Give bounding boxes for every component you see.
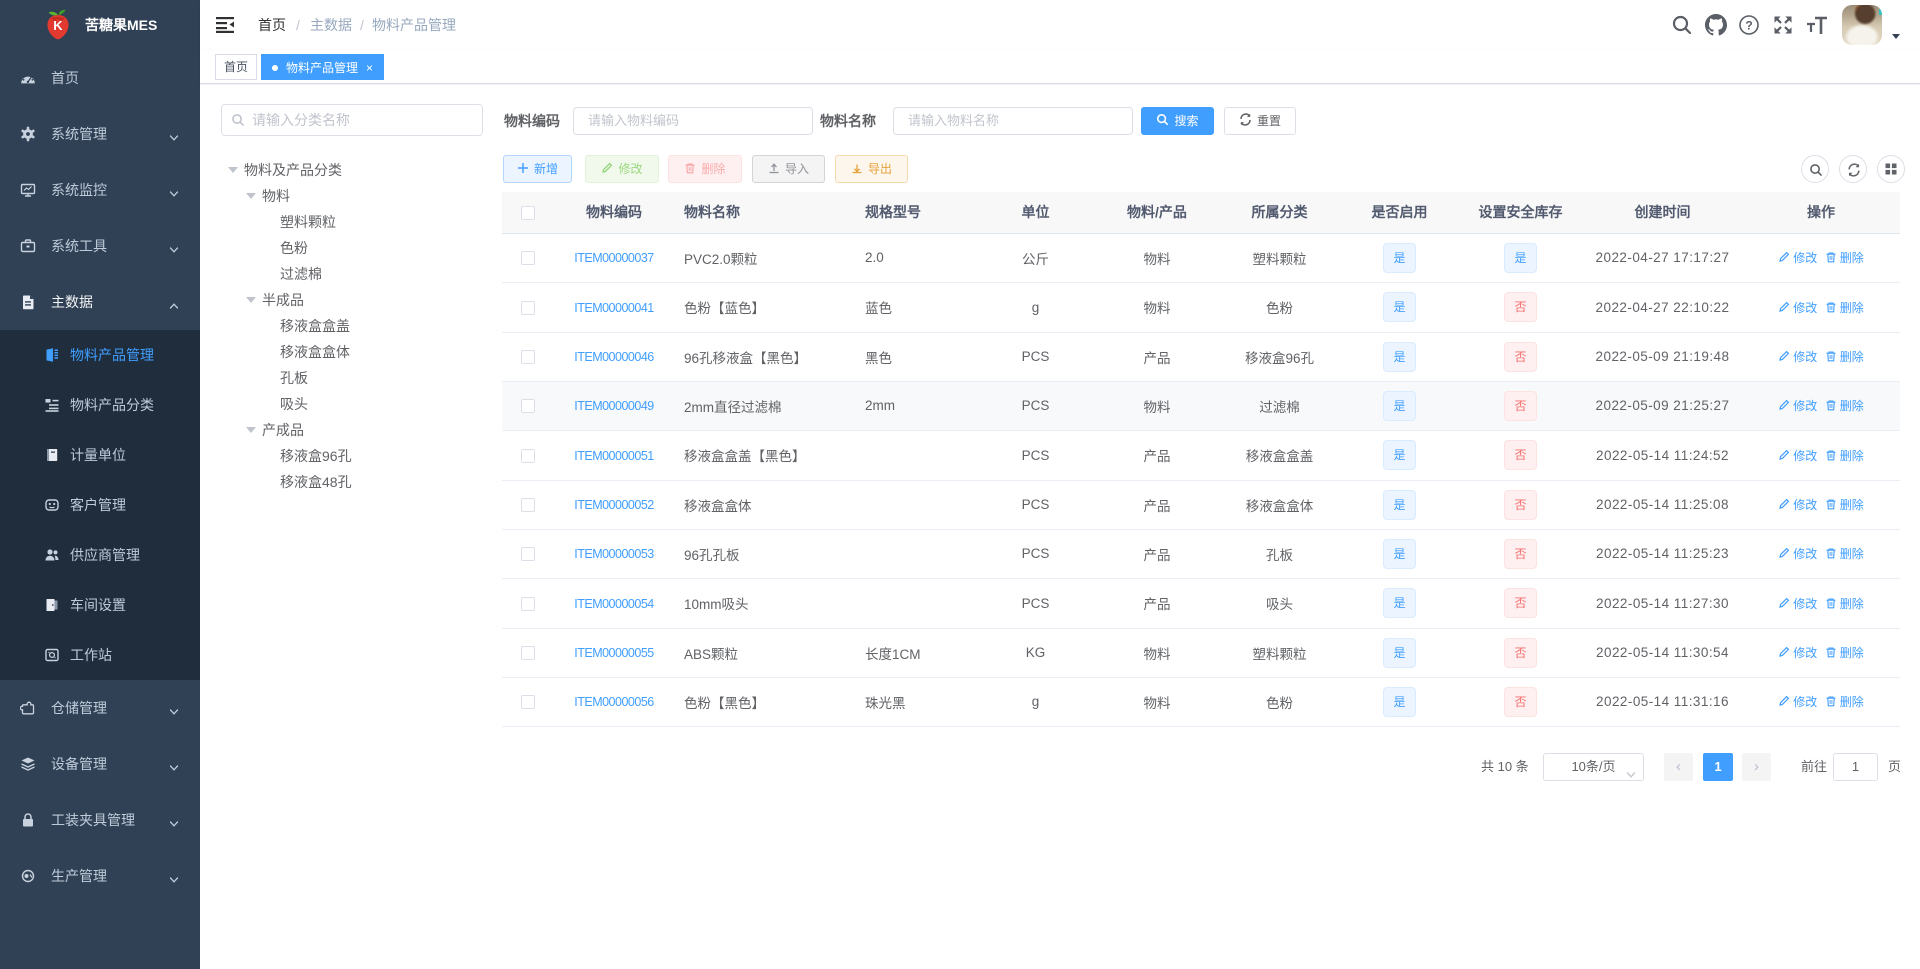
- svg-text:?: ?: [1745, 19, 1752, 33]
- svg-text:K: K: [53, 18, 63, 33]
